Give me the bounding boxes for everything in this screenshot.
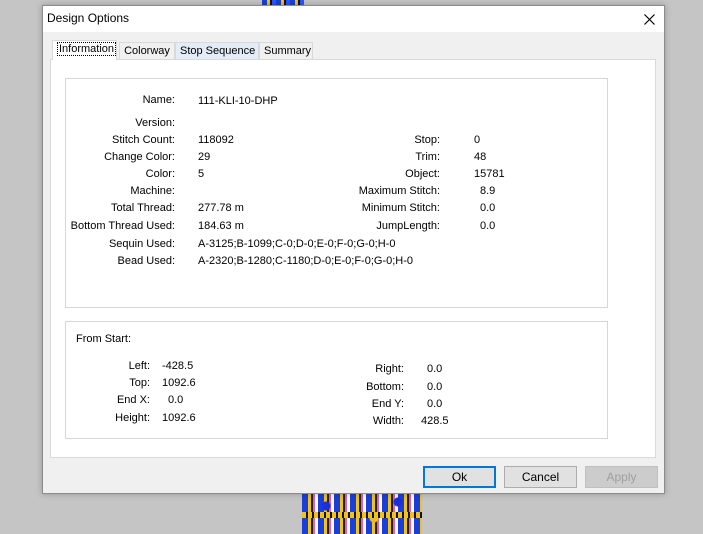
sequin-used-value: A-3125;B-1099;C-0;D-0;E-0;F-0;G-0;H-0 (198, 238, 396, 250)
tab-stop-sequence-label: Stop Sequence (180, 45, 256, 57)
color-value: 5 (198, 168, 205, 180)
end-x-label: End X: (116, 394, 150, 406)
apply-button[interactable]: Apply (585, 466, 658, 488)
height-label: Height: (115, 412, 150, 424)
object-label: Object: (405, 168, 440, 180)
tab-summary[interactable]: Summary (259, 42, 313, 59)
minimum-stitch-label: Minimum Stitch: (361, 202, 440, 214)
bead-used-value: A-2320;B-1280;C-1180;D-0;E-0;F-0;G-0;H-0 (198, 255, 413, 267)
bottom-label: Bottom: (366, 381, 404, 393)
minimum-stitch-value: 0.0 (480, 202, 496, 214)
top-value: 1092.6 (162, 377, 196, 389)
right-label: Right: (375, 363, 404, 375)
name-value: 111-KLI-10-DHP (198, 95, 278, 107)
bottom-thread-label: Bottom Thread Used: (70, 220, 175, 232)
from-start-group: From Start: Left: -428.5 Top: 1092.6 End… (65, 321, 608, 439)
background-artwork-bottom (302, 494, 422, 534)
jump-length-value: 0.0 (480, 220, 496, 232)
tab-information-label: Information (57, 42, 117, 56)
trim-label: Trim: (415, 151, 440, 163)
height-value: 1092.6 (162, 412, 196, 424)
left-label: Left: (128, 360, 150, 372)
change-color-label: Change Color: (104, 151, 175, 163)
object-value: 15781 (474, 168, 505, 180)
stop-label: Stop: (414, 134, 440, 146)
bead-used-label: Bead Used: (117, 255, 175, 267)
total-thread-label: Total Thread: (110, 202, 175, 214)
cancel-button[interactable]: Cancel (504, 466, 577, 488)
top-label: Top: (129, 377, 150, 389)
stitch-count-label: Stitch Count: (112, 134, 175, 146)
ok-button[interactable]: Ok (423, 466, 496, 488)
information-panel: Name: 111-KLI-10-DHP Version: Stitch Cou… (50, 59, 656, 458)
total-thread-value: 277.78 m (198, 202, 244, 214)
dialog-title: Design Options (47, 11, 130, 25)
color-label: Color: (145, 168, 175, 180)
close-button[interactable] (634, 6, 664, 32)
end-y-value: 0.0 (427, 398, 443, 410)
tab-colorway[interactable]: Colorway (119, 42, 175, 59)
bottom-thread-value: 184.63 m (198, 220, 244, 232)
change-color-value: 29 (198, 151, 211, 163)
left-value: -428.5 (162, 360, 194, 372)
right-value: 0.0 (427, 363, 443, 375)
stitch-count-value: 118092 (198, 134, 234, 146)
version-label: Version: (135, 117, 175, 129)
stop-value: 0 (474, 134, 481, 146)
machine-label: Machine: (130, 185, 175, 197)
maximum-stitch-value: 8.9 (480, 185, 496, 197)
maximum-stitch-label: Maximum Stitch: (358, 185, 440, 197)
tab-colorway-label: Colorway (124, 45, 170, 57)
from-start-heading: From Start: (76, 333, 132, 345)
tab-stop-sequence[interactable]: Stop Sequence (175, 42, 259, 59)
tab-summary-label: Summary (264, 45, 312, 57)
width-label: Width: (372, 415, 404, 427)
bottom-value: 0.0 (427, 381, 443, 393)
width-value: 428.5 (421, 415, 449, 427)
trim-value: 48 (474, 151, 487, 163)
jump-length-label: JumpLength: (376, 220, 440, 232)
design-options-dialog: Design Options Information Colorway Stop… (42, 5, 665, 494)
tab-information[interactable]: Information (52, 40, 117, 60)
sequin-used-label: Sequin Used: (108, 238, 175, 250)
close-icon (643, 13, 655, 25)
title-bar: Design Options (43, 6, 664, 32)
end-x-value: 0.0 (168, 394, 184, 406)
design-info-group: Name: 111-KLI-10-DHP Version: Stitch Cou… (65, 78, 608, 308)
end-y-label: End Y: (371, 398, 404, 410)
name-label: Name: (142, 94, 175, 106)
